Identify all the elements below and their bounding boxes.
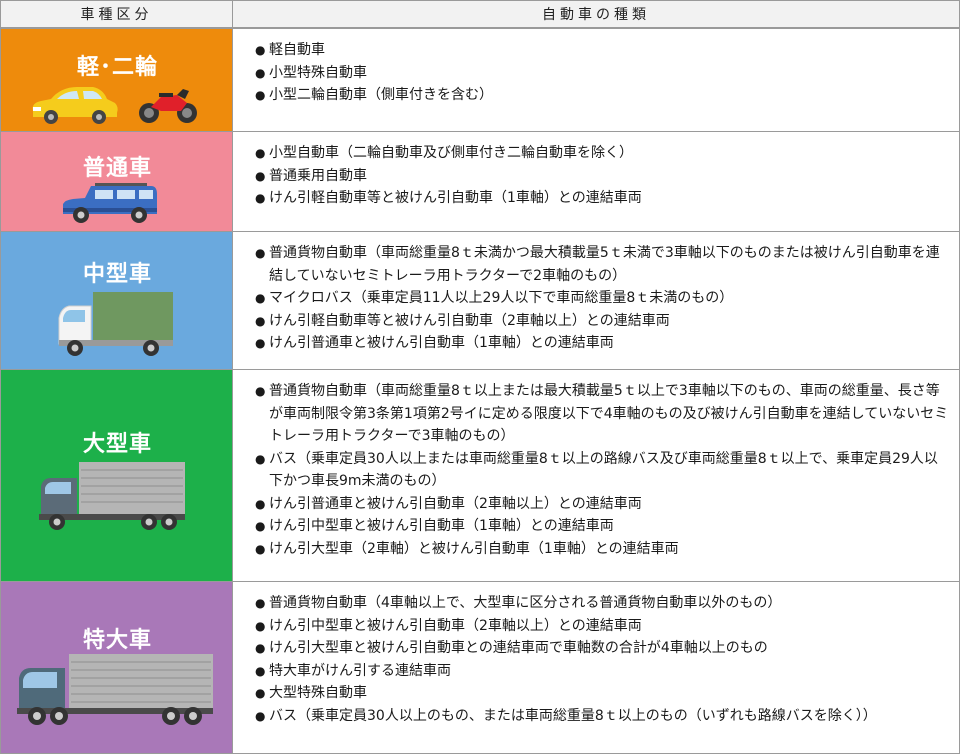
category-cell: 普通車 [0, 132, 233, 232]
category-cell: 特大車 [0, 582, 233, 754]
list-item: 普通貨物自動車（車両総重量8ｔ以上または最大積載量5ｔ以上で3車軸以下のもの、車… [255, 380, 949, 448]
list-item: けん引大型車と被けん引自動車との連結車両で車軸数の合計が4車軸以上のもの [255, 637, 949, 660]
vehicle-type-list: 普通貨物自動車（車両総重量8ｔ以上または最大積載量5ｔ以上で3車軸以下のもの、車… [255, 380, 949, 560]
vehicle-type-list: 軽自動車 小型特殊自動車 小型二輪自動車（側車付きを含む） [255, 39, 949, 107]
list-item: けん引普通車と被けん引自動車（2車軸以上）との連結車両 [255, 493, 949, 516]
list-item: けん引中型車と被けん引自動車（1車軸）との連結車両 [255, 515, 949, 538]
motorcycle-icon [139, 89, 197, 123]
list-item: 特大車がけん引する連結車両 [255, 660, 949, 683]
list-item: けん引大型車（2車軸）と被けん引自動車（1車軸）との連結車両 [255, 538, 949, 561]
list-item: バス（乗車定員30人以上または車両総重量8ｔ以上の路線バス及び車両総重量8ｔ以上… [255, 448, 949, 493]
types-cell: 普通貨物自動車（車両総重量8ｔ未満かつ最大積載量5ｔ未満で3車軸以下のものまたは… [232, 232, 960, 370]
header-vehicle-types: 自動車の種類 [232, 0, 960, 28]
yellow-car-icon [32, 87, 118, 124]
category-label: 大型車 [82, 432, 152, 457]
category-cell: 軽･二輪 [0, 28, 233, 132]
gray-truck-icon [39, 462, 185, 530]
category-label: 普通車 [82, 156, 152, 181]
vehicle-type-list: 普通貨物自動車（車両総重量8ｔ未満かつ最大積載量5ｔ未満で3車軸以下のものまたは… [255, 242, 949, 355]
row-ogata-sha: 大型車 普通貨物自動車（車両総重量8ｔ以上または最大積載量5ｔ以上で3車軸以下の… [0, 370, 960, 582]
list-item: 大型特殊自動車 [255, 682, 949, 705]
list-item: マイクロバス（乗車定員11人以上29人以下で車両総重量8ｔ未満のもの） [255, 287, 949, 310]
list-item: けん引中型車と被けん引自動車（2車軸以上）との連結車両 [255, 615, 949, 638]
list-item: 普通貨物自動車（4車軸以上で、大型車に区分される普通貨物自動車以外のもの） [255, 592, 949, 615]
list-item: けん引軽自動車等と被けん引自動車（2車軸以上）との連結車両 [255, 310, 949, 333]
list-item: 小型特殊自動車 [255, 62, 949, 85]
category-cell: 中型車 [0, 232, 233, 370]
blue-suv-icon [63, 183, 157, 223]
category-label: 軽･二輪 [76, 55, 158, 80]
vehicle-type-list: 小型自動車（二輪自動車及び側車付き二輪自動車を除く） 普通乗用自動車 けん引軽自… [255, 142, 949, 210]
list-item: 普通乗用自動車 [255, 165, 949, 188]
list-item: 小型二輪自動車（側車付きを含む） [255, 84, 949, 107]
category-label: 中型車 [82, 262, 152, 287]
list-item: 軽自動車 [255, 39, 949, 62]
large-truck-icon [17, 654, 213, 725]
list-item: 小型自動車（二輪自動車及び側車付き二輪自動車を除く） [255, 142, 949, 165]
vehicle-type-list: 普通貨物自動車（4車軸以上で、大型車に区分される普通貨物自動車以外のもの） けん… [255, 592, 949, 727]
list-item: 普通貨物自動車（車両総重量8ｔ未満かつ最大積載量5ｔ未満で3車軸以下のものまたは… [255, 242, 949, 287]
types-cell: 小型自動車（二輪自動車及び側車付き二輪自動車を除く） 普通乗用自動車 けん引軽自… [232, 132, 960, 232]
category-cell: 大型車 [0, 370, 233, 582]
types-cell: 普通貨物自動車（4車軸以上で、大型車に区分される普通貨物自動車以外のもの） けん… [232, 582, 960, 754]
list-item: けん引軽自動車等と被けん引自動車（1車軸）との連結車両 [255, 187, 949, 210]
types-cell: 普通貨物自動車（車両総重量8ｔ以上または最大積載量5ｔ以上で3車軸以下のもの、車… [232, 370, 960, 582]
header-vehicle-category: 車種区分 [0, 0, 233, 28]
row-futsu-sha: 普通車 小型自動車（二輪自動車及び側車付き二輪自動車を除く） 普通乗用自動車 け… [0, 132, 960, 232]
row-tokudai-sha: 特大車 普通貨物自動車（4車軸以上で、大型車に区分される普通貨物自動車以外の [0, 582, 960, 754]
types-cell: 軽自動車 小型特殊自動車 小型二輪自動車（側車付きを含む） [232, 28, 960, 132]
vehicle-classification-table: 車種区分 自動車の種類 軽･二輪 軽自動車 [0, 0, 960, 754]
row-kei-nirin: 軽･二輪 軽自動車 小型特殊自動車 小型二輪自動車（側車付きを含 [0, 28, 960, 132]
row-chugata-sha: 中型車 普通貨物自動車（車両総重量8ｔ未満かつ最大積載量5ｔ未満で3車軸以下のも… [0, 232, 960, 370]
list-item: けん引普通車と被けん引自動車（1車軸）との連結車両 [255, 332, 949, 355]
small-truck-icon [58, 292, 173, 356]
list-item: バス（乗車定員30人以上のもの、または車両総重量8ｔ以上のもの（いずれも路線バス… [255, 705, 949, 728]
category-label: 特大車 [82, 628, 152, 653]
